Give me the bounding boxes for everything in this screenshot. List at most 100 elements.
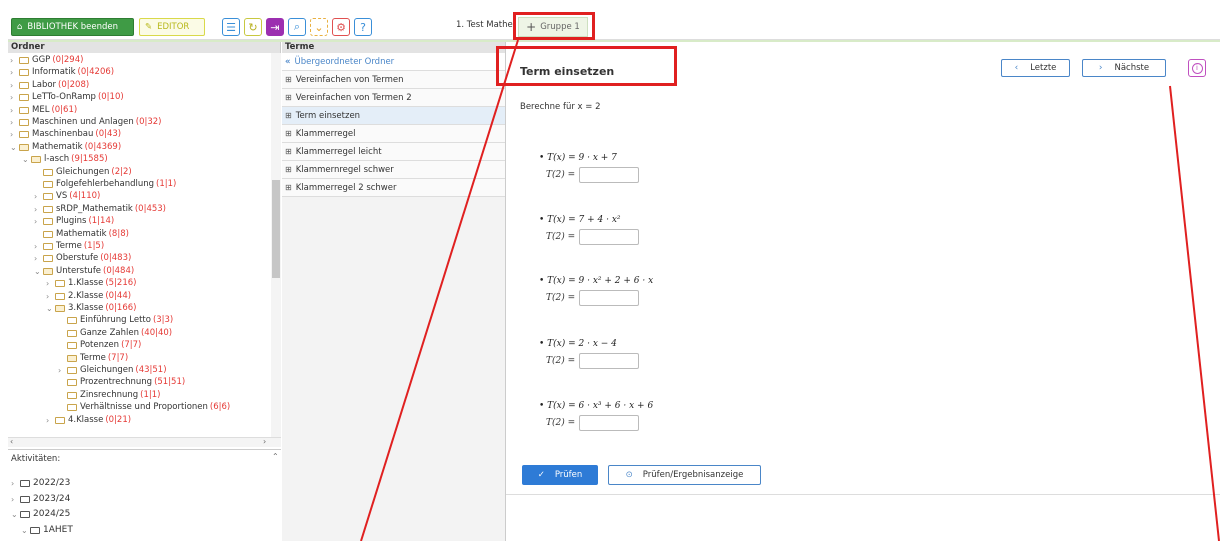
folder-scrollbar[interactable] (271, 53, 281, 437)
activity-item[interactable]: ⌄ 1AHET (21, 525, 73, 536)
terme-item[interactable]: ⊞ Vereinfachen von Termen 2 (282, 89, 505, 107)
chevron-right-icon[interactable]: › (34, 241, 43, 252)
check-result-button[interactable]: ⊙ Prüfen/Ergebnisanzeige (608, 465, 761, 485)
folder-item[interactable]: Prozentrechnung (51|51) (58, 377, 185, 388)
search-icon[interactable]: ⌕ (288, 18, 306, 36)
folder-item[interactable]: › VS (4|110) (34, 191, 100, 202)
answer-row: T(2) = (546, 353, 640, 369)
check-button[interactable]: ✓ Prüfen (522, 465, 598, 485)
scroll-left-icon[interactable]: ‹ (10, 437, 13, 446)
chevron-right-icon[interactable]: › (10, 92, 19, 103)
terme-item[interactable]: ⊞ Klammerregel leicht (282, 143, 505, 161)
list-icon[interactable]: ☰ (222, 18, 240, 36)
folder-item[interactable]: › 2.Klasse (0|44) (46, 291, 131, 302)
chevron-down-icon[interactable]: ⌄ (11, 509, 20, 520)
folder-item[interactable]: Einführung Letto (3|3) (58, 315, 173, 326)
activity-item[interactable]: ⌄ 2024/25 (11, 509, 70, 520)
export-icon[interactable]: ⇥ (266, 18, 284, 36)
folder-item[interactable]: ⌄ Mathematik (0|4369) (10, 142, 121, 153)
answer-input[interactable] (579, 290, 640, 306)
chevron-right-icon[interactable]: › (10, 55, 19, 66)
folder-item[interactable]: › sRDP_Mathematik (0|453) (34, 204, 166, 215)
folder-item[interactable]: › Gleichungen (43|51) (58, 365, 167, 376)
chevron-down-icon[interactable]: ⌄ (46, 303, 55, 314)
answer-input[interactable] (579, 229, 640, 245)
refresh-icon[interactable]: ↻ (244, 18, 262, 36)
settings-icon[interactable]: ⚙ (332, 18, 350, 36)
folder-item[interactable]: Potenzen (7|7) (58, 340, 141, 351)
folder-icon (43, 218, 53, 226)
answer-input[interactable] (579, 353, 640, 369)
terme-item[interactable]: ⊞ Term einsetzen (282, 107, 505, 125)
activity-item[interactable]: › 2023/24 (11, 494, 70, 505)
folder-item[interactable]: ⌄ 3.Klasse (0|166) (46, 303, 136, 314)
activities-title: Aktivitäten: (11, 454, 61, 464)
chevron-right-icon[interactable]: › (46, 415, 55, 426)
info-button[interactable]: i (1188, 59, 1206, 77)
folder-item[interactable]: › Informatik (0|4206) (10, 67, 114, 78)
chevron-right-icon[interactable]: › (34, 204, 43, 215)
chevron-down-icon[interactable]: ⌄ (22, 154, 31, 165)
folder-item[interactable]: ⌄ l-asch (9|1585) (22, 154, 108, 165)
chevron-right-icon[interactable]: › (10, 67, 19, 78)
folder-item[interactable]: › Oberstufe (0|483) (34, 253, 131, 264)
folder-item[interactable]: › GGP (0|294) (10, 55, 83, 66)
parent-folder-link[interactable]: « Übergeordneter Ordner (282, 53, 505, 71)
next-button[interactable]: › Nächste (1082, 59, 1166, 77)
chevron-right-icon[interactable]: › (46, 291, 55, 302)
answer-input[interactable] (579, 415, 640, 431)
help-icon[interactable]: ? (354, 18, 372, 36)
test-tab[interactable]: 1. Test Mathe (456, 20, 513, 30)
parent-folder-label: Übergeordneter Ordner (294, 56, 395, 67)
folder-item[interactable]: › Labor (0|208) (10, 80, 89, 91)
folder-count: (7|7) (121, 340, 142, 351)
folder-item[interactable]: › 1.Klasse (5|216) (46, 278, 136, 289)
chevron-right-icon[interactable]: › (34, 253, 43, 264)
chevron-circle-icon[interactable]: ⌄ (310, 18, 328, 36)
folder-item[interactable]: › Plugins (1|14) (34, 216, 114, 227)
chevron-down-icon[interactable]: ⌄ (34, 266, 43, 277)
chevron-right-icon[interactable]: › (10, 80, 19, 91)
chevron-down-icon[interactable]: ⌄ (10, 142, 19, 153)
terme-item[interactable]: ⊞ Vereinfachen von Termen (282, 71, 505, 89)
chevron-right-icon[interactable]: › (11, 494, 20, 505)
editor-button[interactable]: ✎ EDITOR (139, 18, 205, 36)
chevron-right-icon[interactable]: › (10, 129, 19, 140)
previous-button[interactable]: ‹ Letzte (1001, 59, 1070, 77)
horizontal-scrollbar[interactable]: ‹ › (8, 437, 281, 447)
chevron-right-icon[interactable]: › (10, 105, 19, 116)
chevron-right-icon[interactable]: › (34, 216, 43, 227)
chevron-right-icon[interactable]: › (34, 191, 43, 202)
folder-item[interactable]: › MEL (0|61) (10, 105, 77, 116)
folder-item[interactable]: › Maschinen und Anlagen (0|32) (10, 117, 162, 128)
end-library-button[interactable]: ⌂ BIBLIOTHEK beenden (11, 18, 134, 36)
folder-count: (1|1) (156, 179, 177, 189)
chevron-down-icon[interactable]: ⌄ (21, 525, 30, 536)
folder-item[interactable]: › Maschinenbau (0|43) (10, 129, 121, 140)
chevron-right-icon[interactable]: › (11, 478, 20, 489)
folder-scroll-thumb[interactable] (272, 180, 280, 278)
folder-item[interactable]: Mathematik (8|8) (34, 229, 129, 240)
activity-item[interactable]: › 2022/23 (11, 478, 70, 489)
chevron-right-icon[interactable]: › (58, 365, 67, 376)
folder-icon (19, 69, 29, 77)
chevron-right-icon[interactable]: › (10, 117, 19, 128)
folder-item[interactable]: › Terme (1|5) (34, 241, 104, 252)
terme-item[interactable]: ⊞ Klammerregel 2 schwer (282, 179, 505, 197)
terme-item[interactable]: ⊞ Klammerregel (282, 125, 505, 143)
folder-item[interactable]: Ganze Zahlen (40|40) (58, 328, 172, 339)
folder-item[interactable]: Terme (7|7) (58, 353, 128, 364)
scroll-right-icon[interactable]: › (263, 437, 266, 446)
folder-item[interactable]: ⌄ Unterstufe (0|484) (34, 266, 134, 277)
folder-count: (0|4206) (77, 67, 115, 78)
folder-item[interactable]: Folgefehlerbehandlung (1|1) (34, 179, 176, 190)
folder-item[interactable]: › 4.Klasse (0|21) (46, 415, 131, 426)
folder-item[interactable]: Gleichungen (2|2) (34, 167, 132, 178)
folder-item[interactable]: Verhältnisse und Proportionen (6|6) (58, 402, 230, 413)
chevron-right-icon[interactable]: › (46, 278, 55, 289)
folder-item[interactable]: › LeTTo-OnRamp (0|10) (10, 92, 124, 103)
folder-item[interactable]: Zinsrechnung (1|1) (58, 390, 160, 401)
scroll-up-icon[interactable]: ⌃ (272, 452, 279, 461)
terme-item[interactable]: ⊞ Klammernregel schwer (282, 161, 505, 179)
answer-input[interactable] (579, 167, 640, 183)
